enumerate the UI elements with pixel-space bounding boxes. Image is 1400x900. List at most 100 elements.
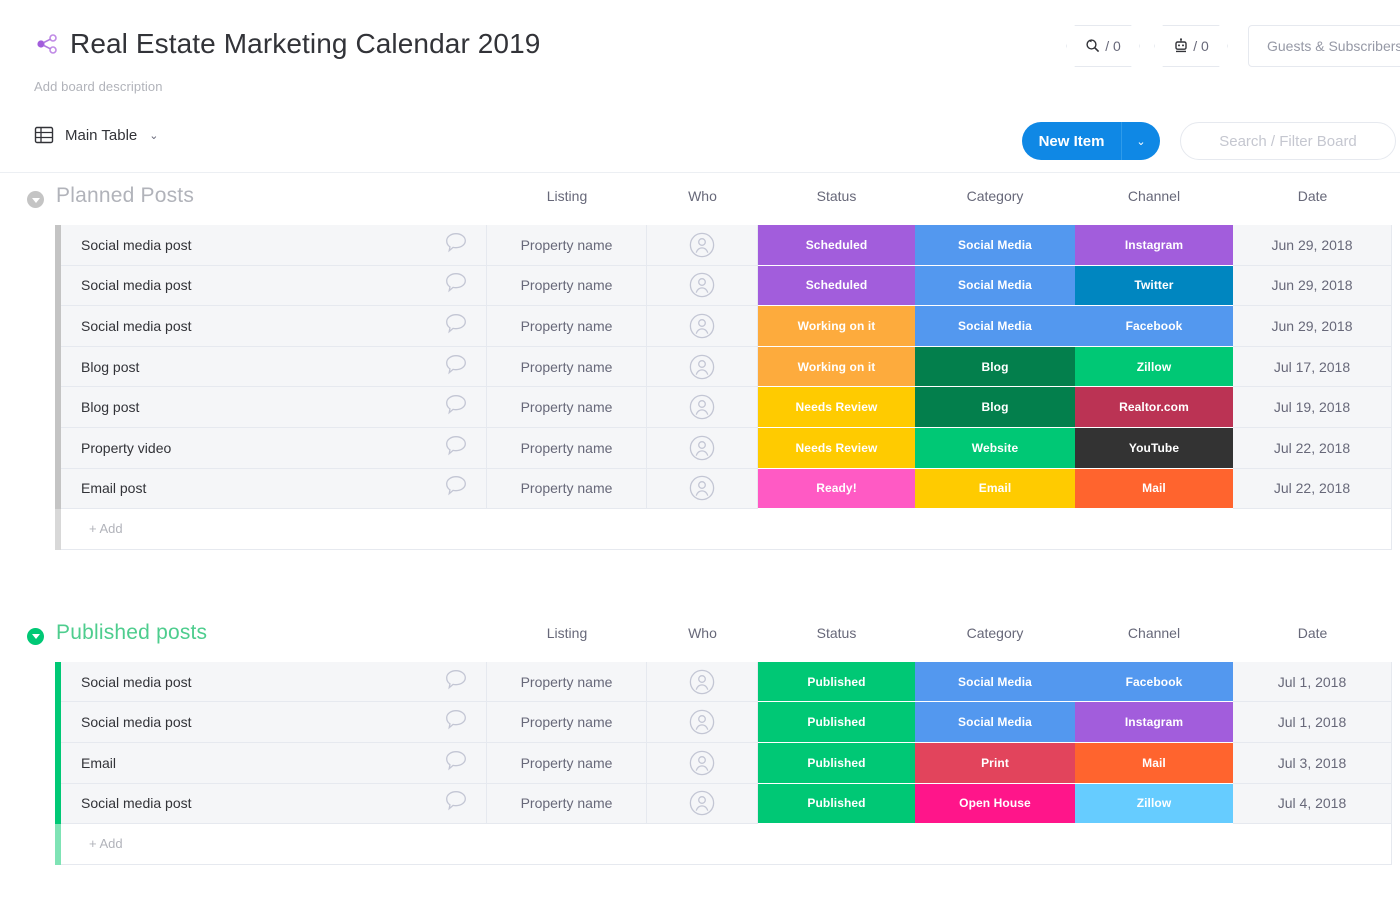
table-row[interactable]: Social media post Property name Schedule… bbox=[0, 265, 1400, 307]
column-header-status[interactable]: Status bbox=[758, 622, 915, 644]
add-row[interactable]: + Add bbox=[0, 824, 1400, 865]
search-input[interactable]: Search / Filter Board bbox=[1180, 122, 1396, 160]
row-listing-cell[interactable]: Property name bbox=[487, 783, 647, 825]
row-status-cell[interactable]: Working on it bbox=[758, 306, 915, 347]
comment-bubble-icon[interactable] bbox=[444, 272, 468, 299]
column-header-date[interactable]: Date bbox=[1233, 185, 1392, 207]
table-row[interactable]: Property video Property name Needs Revie… bbox=[0, 427, 1400, 469]
row-name-cell[interactable]: Email post bbox=[61, 468, 487, 510]
column-header-date[interactable]: Date bbox=[1233, 622, 1392, 644]
row-channel-cell[interactable]: Zillow bbox=[1075, 346, 1233, 388]
row-date-cell[interactable]: Jul 3, 2018 bbox=[1233, 742, 1392, 784]
row-name-cell[interactable]: Blog post bbox=[61, 387, 487, 428]
row-channel-cell[interactable]: Zillow bbox=[1075, 783, 1233, 825]
tab-main-table[interactable]: Main Table ⌄ bbox=[34, 125, 159, 145]
row-channel-cell[interactable]: YouTube bbox=[1075, 427, 1233, 469]
row-listing-cell[interactable]: Property name bbox=[487, 306, 647, 347]
activity-log-hex[interactable]: / 0 bbox=[1066, 25, 1140, 67]
comment-bubble-icon[interactable] bbox=[444, 434, 468, 461]
row-status-cell[interactable]: Published bbox=[758, 742, 915, 784]
row-category-cell[interactable]: Print bbox=[915, 742, 1075, 784]
row-who-cell[interactable] bbox=[647, 387, 758, 428]
row-listing-cell[interactable]: Property name bbox=[487, 265, 647, 307]
table-row[interactable]: Social media post Property name Publishe… bbox=[0, 783, 1400, 825]
new-item-button[interactable]: New Item ⌄ bbox=[1022, 122, 1160, 160]
new-item-label[interactable]: New Item bbox=[1022, 122, 1122, 160]
table-row[interactable]: Blog post Property name Needs Review Blo… bbox=[0, 387, 1400, 428]
new-item-chevron-down-icon[interactable]: ⌄ bbox=[1122, 122, 1160, 160]
column-header-listing[interactable]: Listing bbox=[487, 622, 647, 644]
row-status-cell[interactable]: Scheduled bbox=[758, 265, 915, 307]
column-header-who[interactable]: Who bbox=[647, 622, 758, 644]
row-status-cell[interactable]: Published bbox=[758, 783, 915, 825]
column-header-status[interactable]: Status bbox=[758, 185, 915, 207]
row-channel-cell[interactable]: Realtor.com bbox=[1075, 387, 1233, 428]
row-listing-cell[interactable]: Property name bbox=[487, 661, 647, 703]
comment-bubble-icon[interactable] bbox=[444, 394, 468, 421]
comment-bubble-icon[interactable] bbox=[444, 709, 468, 736]
row-category-cell[interactable]: Social Media bbox=[915, 225, 1075, 266]
row-who-cell[interactable] bbox=[647, 702, 758, 743]
comment-bubble-icon[interactable] bbox=[444, 312, 468, 339]
row-who-cell[interactable] bbox=[647, 783, 758, 825]
column-header-channel[interactable]: Channel bbox=[1075, 185, 1233, 207]
comment-bubble-icon[interactable] bbox=[444, 790, 468, 817]
row-who-cell[interactable] bbox=[647, 225, 758, 266]
row-category-cell[interactable]: Social Media bbox=[915, 661, 1075, 703]
row-status-cell[interactable]: Scheduled bbox=[758, 225, 915, 266]
row-status-cell[interactable]: Ready! bbox=[758, 468, 915, 510]
row-category-cell[interactable]: Open House bbox=[915, 783, 1075, 825]
row-channel-cell[interactable]: Mail bbox=[1075, 468, 1233, 510]
row-listing-cell[interactable]: Property name bbox=[487, 468, 647, 510]
row-listing-cell[interactable]: Property name bbox=[487, 387, 647, 428]
row-category-cell[interactable]: Blog bbox=[915, 387, 1075, 428]
row-listing-cell[interactable]: Property name bbox=[487, 427, 647, 469]
add-row-label[interactable]: + Add bbox=[61, 509, 1392, 550]
comment-bubble-icon[interactable] bbox=[444, 353, 468, 380]
automations-badge[interactable]: / 0 bbox=[1154, 25, 1228, 67]
table-row[interactable]: Email post Property name Ready! Email Ma… bbox=[0, 468, 1400, 510]
row-date-cell[interactable]: Jul 22, 2018 bbox=[1233, 468, 1392, 510]
row-category-cell[interactable]: Social Media bbox=[915, 265, 1075, 307]
table-row[interactable]: Social media post Property name Working … bbox=[0, 306, 1400, 347]
column-header-channel[interactable]: Channel bbox=[1075, 622, 1233, 644]
row-date-cell[interactable]: Jul 19, 2018 bbox=[1233, 387, 1392, 428]
automations-hex[interactable]: / 0 bbox=[1154, 25, 1228, 67]
row-who-cell[interactable] bbox=[647, 265, 758, 307]
row-listing-cell[interactable]: Property name bbox=[487, 702, 647, 743]
row-listing-cell[interactable]: Property name bbox=[487, 225, 647, 266]
add-row[interactable]: + Add bbox=[0, 509, 1400, 550]
board-description[interactable]: Add board description bbox=[34, 79, 163, 94]
column-header-who[interactable]: Who bbox=[647, 185, 758, 207]
row-listing-cell[interactable]: Property name bbox=[487, 346, 647, 388]
row-date-cell[interactable]: Jun 29, 2018 bbox=[1233, 306, 1392, 347]
row-status-cell[interactable]: Working on it bbox=[758, 346, 915, 388]
table-row[interactable]: Email Property name Published Print Mail… bbox=[0, 742, 1400, 784]
column-header-category[interactable]: Category bbox=[915, 622, 1075, 644]
row-date-cell[interactable]: Jun 29, 2018 bbox=[1233, 225, 1392, 266]
table-row[interactable]: Blog post Property name Working on it Bl… bbox=[0, 346, 1400, 388]
row-status-cell[interactable]: Published bbox=[758, 702, 915, 743]
row-name-cell[interactable]: Blog post bbox=[61, 346, 487, 388]
row-date-cell[interactable]: Jun 29, 2018 bbox=[1233, 265, 1392, 307]
activity-badge[interactable]: / 0 bbox=[1066, 25, 1140, 67]
row-who-cell[interactable] bbox=[647, 742, 758, 784]
row-who-cell[interactable] bbox=[647, 306, 758, 347]
row-date-cell[interactable]: Jul 4, 2018 bbox=[1233, 783, 1392, 825]
column-header-listing[interactable]: Listing bbox=[487, 185, 647, 207]
row-channel-cell[interactable]: Instagram bbox=[1075, 702, 1233, 743]
row-date-cell[interactable]: Jul 22, 2018 bbox=[1233, 427, 1392, 469]
share-icon[interactable] bbox=[34, 31, 60, 57]
table-row[interactable]: Social media post Property name Schedule… bbox=[0, 225, 1400, 266]
add-row-label[interactable]: + Add bbox=[61, 824, 1392, 865]
row-channel-cell[interactable]: Twitter bbox=[1075, 265, 1233, 307]
row-channel-cell[interactable]: Facebook bbox=[1075, 661, 1233, 703]
row-date-cell[interactable]: Jul 17, 2018 bbox=[1233, 346, 1392, 388]
row-name-cell[interactable]: Social media post bbox=[61, 783, 487, 825]
row-status-cell[interactable]: Needs Review bbox=[758, 387, 915, 428]
row-name-cell[interactable]: Social media post bbox=[61, 265, 487, 307]
row-status-cell[interactable]: Needs Review bbox=[758, 427, 915, 469]
row-date-cell[interactable]: Jul 1, 2018 bbox=[1233, 702, 1392, 743]
row-who-cell[interactable] bbox=[647, 468, 758, 510]
row-listing-cell[interactable]: Property name bbox=[487, 742, 647, 784]
